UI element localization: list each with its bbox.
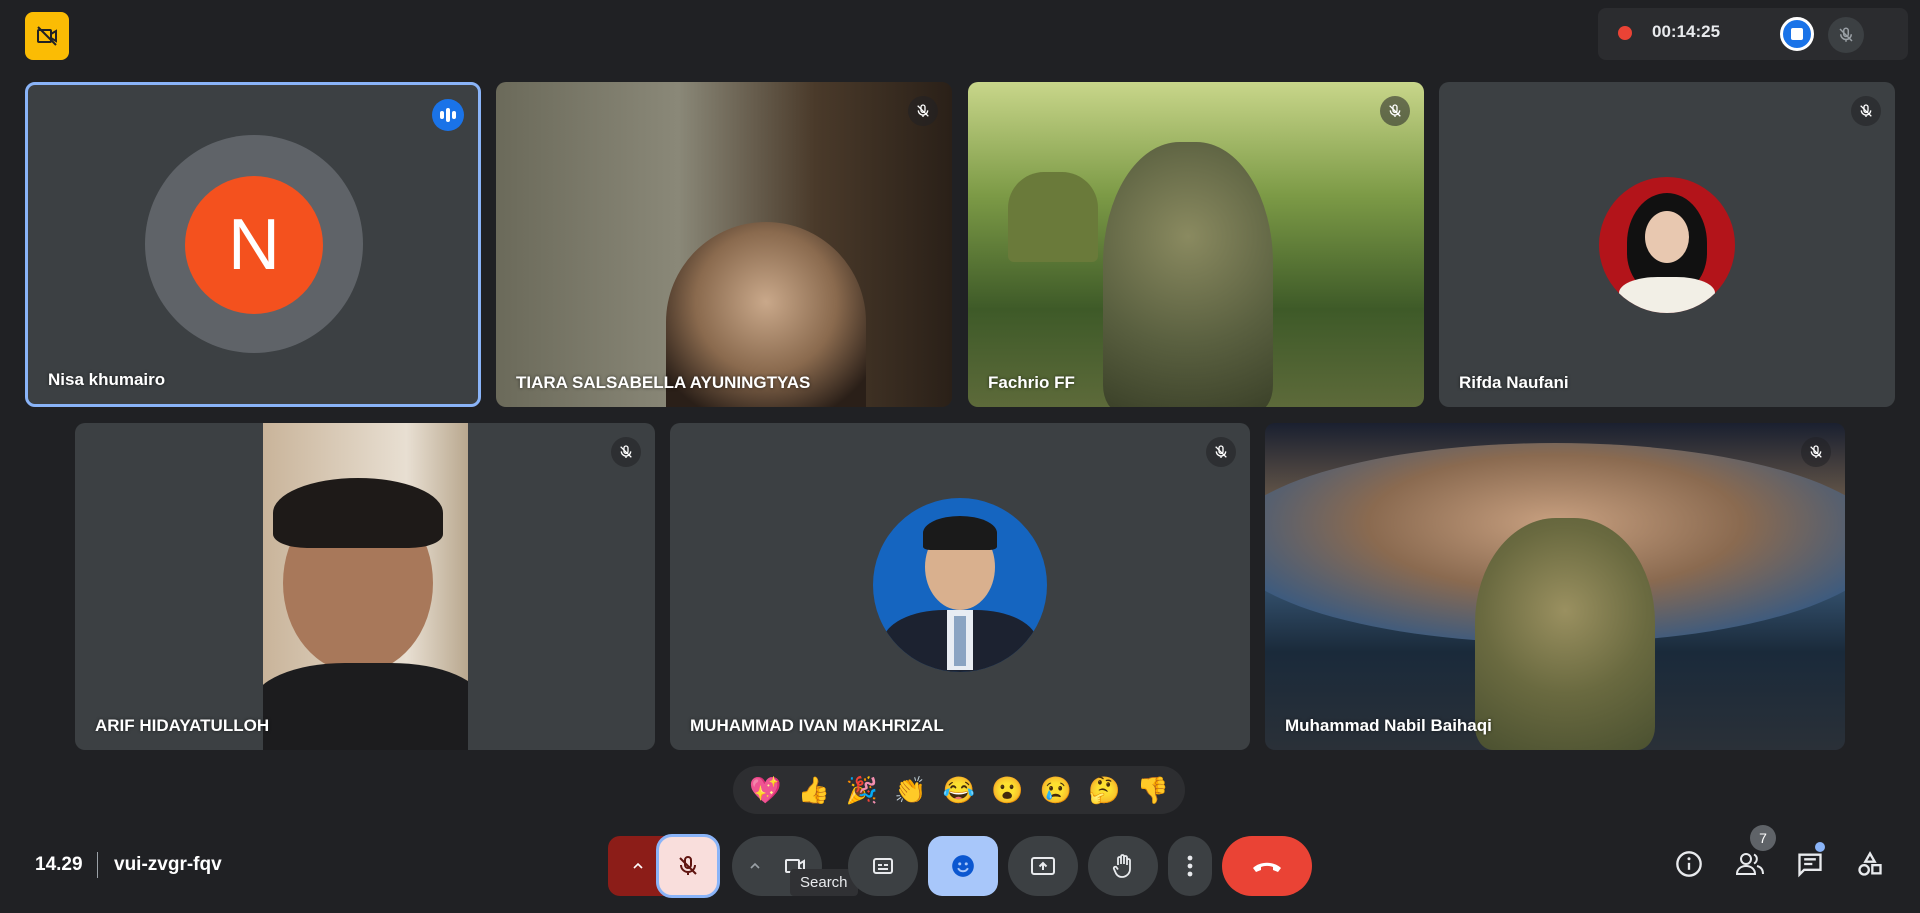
video-off-indicator[interactable] — [25, 12, 69, 60]
more-options-button[interactable] — [1168, 836, 1212, 896]
reaction-crying[interactable]: 😢 — [1040, 775, 1072, 806]
reaction-laughing[interactable]: 😂 — [943, 775, 975, 806]
divider — [97, 852, 98, 878]
reactions-button[interactable] — [928, 836, 998, 896]
avatar — [873, 498, 1047, 672]
reaction-thumbs-down[interactable]: 👎 — [1137, 775, 1169, 806]
end-call-icon — [1253, 862, 1281, 872]
avatar: N — [185, 176, 323, 314]
mic-off-icon — [1839, 27, 1853, 42]
avatar — [1599, 177, 1735, 313]
participant-tile[interactable]: TIARA SALSABELLA AYUNINGTYAS — [496, 82, 952, 407]
leave-call-button[interactable] — [1222, 836, 1312, 896]
tile-mic-off-icon — [1801, 437, 1831, 467]
reaction-party-popper[interactable]: 🎉 — [846, 775, 878, 806]
info-icon — [1676, 851, 1702, 877]
captions-icon — [873, 858, 893, 874]
activities-button[interactable] — [1846, 840, 1894, 888]
reactions-bar: 💖 👍 🎉 👏 😂 😮 😢 🤔 👎 — [733, 766, 1185, 814]
reaction-surprised[interactable]: 😮 — [991, 775, 1023, 806]
reaction-thumbs-up[interactable]: 👍 — [797, 775, 829, 806]
reaction-thinking[interactable]: 🤔 — [1088, 775, 1120, 806]
tooltip: Search — [790, 869, 858, 896]
participant-name: Rifda Naufani — [1459, 373, 1569, 392]
recording-dot-icon — [1618, 26, 1632, 40]
raise-hand-button[interactable] — [1088, 836, 1158, 896]
participant-name: Muhammad Nabil Baihaqi — [1285, 716, 1492, 735]
more-vert-icon — [1187, 855, 1193, 877]
tile-mic-off-icon — [1206, 437, 1236, 467]
shapes-icon — [1858, 851, 1882, 876]
present-icon — [1031, 857, 1055, 875]
participant-tile[interactable]: ARIF HIDAYATULLOH — [75, 423, 655, 750]
video-feed — [1103, 142, 1273, 407]
clock: 14.29 — [35, 854, 83, 875]
meeting-code: vui-zvgr-fqv — [114, 854, 222, 875]
participant-name: Fachrio FF — [988, 373, 1075, 392]
speaking-indicator-icon — [432, 99, 464, 131]
tile-mic-off-icon — [611, 437, 641, 467]
people-count-badge: 7 — [1750, 825, 1776, 851]
present-screen-button[interactable] — [1008, 836, 1078, 896]
hand-icon — [1112, 854, 1131, 878]
participant-tile[interactable]: N Nisa khumairo — [25, 82, 481, 407]
participant-tile[interactable]: Muhammad Nabil Baihaqi — [1265, 423, 1845, 750]
participant-name: MUHAMMAD IVAN MAKHRIZAL — [690, 716, 944, 735]
chat-notification-dot — [1815, 842, 1825, 852]
people-icon — [1735, 853, 1764, 875]
reaction-sparkling-heart[interactable]: 💖 — [749, 775, 781, 806]
participant-name: TIARA SALSABELLA AYUNINGTYAS — [516, 373, 811, 392]
video-feed — [263, 423, 468, 750]
background-cottage — [1008, 172, 1098, 262]
meeting-details-button[interactable] — [1665, 840, 1713, 888]
participant-tile[interactable]: Fachrio FF — [968, 82, 1424, 407]
chat-icon — [1798, 853, 1822, 878]
chat-button[interactable] — [1786, 840, 1834, 888]
recording-timer: 00:14:25 — [1652, 22, 1721, 41]
tile-mic-off-icon — [1380, 96, 1410, 126]
participant-name: Nisa khumairo — [48, 370, 166, 389]
participant-tile[interactable]: MUHAMMAD IVAN MAKHRIZAL — [670, 423, 1250, 750]
chevron-up-icon — [633, 862, 643, 869]
smiley-icon — [952, 855, 974, 877]
stop-recording-button[interactable] — [1780, 17, 1814, 51]
recording-mic-off-button[interactable] — [1828, 17, 1864, 53]
video-feed — [1475, 518, 1655, 750]
mic-off-icon — [679, 856, 697, 875]
reaction-clapping[interactable]: 👏 — [894, 775, 926, 806]
participant-tile[interactable]: Rifda Naufani — [1439, 82, 1895, 407]
tile-mic-off-icon — [908, 96, 938, 126]
stop-icon — [1791, 28, 1803, 40]
microphone-toggle-button[interactable] — [656, 834, 720, 898]
captions-button[interactable] — [848, 836, 918, 896]
video-off-icon — [37, 26, 57, 46]
chevron-up-icon — [750, 862, 760, 869]
tile-mic-off-icon — [1851, 96, 1881, 126]
participant-name: ARIF HIDAYATULLOH — [95, 716, 270, 735]
